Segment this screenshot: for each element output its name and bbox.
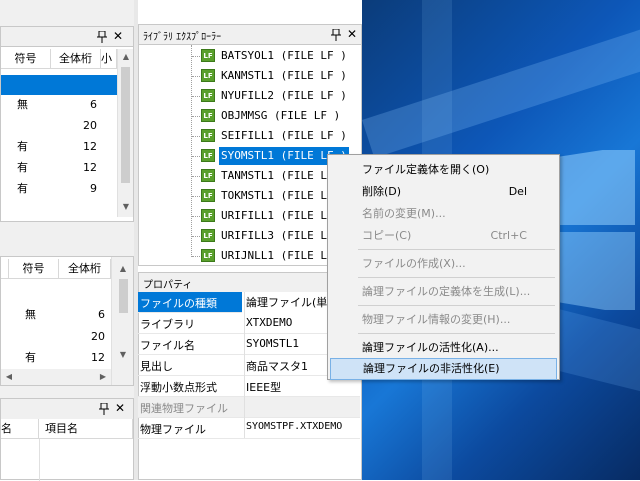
bottom-field-panel: 符号 全体桁 無 6 20 有 12 ▲ ▼ ◀ ▶ <box>0 256 134 386</box>
menu-item[interactable]: ファイル定義体を開く(O) <box>330 159 557 181</box>
context-menu: ファイル定義体を開く(O) 削除(D) Del 名前の変更(M)... コピー(C) Ct… <box>327 154 560 380</box>
pin-icon[interactable] <box>99 403 109 415</box>
menu-separator <box>358 305 555 306</box>
tree-item-label: SEIFILL1 (FILE LF ) <box>221 129 347 142</box>
properties-section-header[interactable]: 関連物理ファイル <box>138 397 360 418</box>
menu-separator <box>358 333 555 334</box>
menu-item[interactable]: 論理ファイルの定義体を生成(L)... <box>330 281 557 303</box>
cell-digits: 6 <box>90 98 97 111</box>
menu-item[interactable]: コピー(C) Ctrl+C <box>330 225 557 247</box>
menu-item-label: 論理ファイルの定義体を生成(L)... <box>362 285 531 298</box>
top-field-panel-header: ✕ <box>1 27 133 47</box>
cell-digits: 20 <box>83 119 97 132</box>
cell-digits: 12 <box>83 161 97 174</box>
col-header-sign[interactable]: 符号 <box>1 49 51 69</box>
menu-item[interactable]: 論理ファイルの活性化(A)... <box>330 337 557 359</box>
scroll-down-icon[interactable]: ▼ <box>118 199 134 215</box>
properties-title: プロパティ <box>143 280 193 291</box>
cell-sign: 無 <box>25 308 36 321</box>
col-header-item-name[interactable]: 項目名 <box>39 419 133 439</box>
col-header-name[interactable]: 名 <box>1 419 39 439</box>
tree-item-label: BATSYOL1 (FILE LF ) <box>221 49 347 62</box>
property-row[interactable]: 物理ファイル SYOMSTPF.XTXDEMO <box>138 418 360 439</box>
pin-icon[interactable] <box>331 29 341 41</box>
col-header-decimal[interactable]: 小 <box>101 49 117 69</box>
menu-item-shortcut: Del <box>508 185 527 198</box>
vertical-scrollbar[interactable]: ▲ ▼ <box>111 257 133 385</box>
menu-separator <box>358 277 555 278</box>
cell-sign: 有 <box>25 351 36 364</box>
menu-separator <box>358 249 555 250</box>
tree-item-label: KANMSTL1 (FILE LF ) <box>221 69 347 82</box>
logical-file-icon: LF <box>201 149 215 162</box>
close-icon[interactable]: ✕ <box>113 401 127 415</box>
menu-item-label: 物理ファイル情報の変更(H)... <box>362 313 511 326</box>
menu-item-label: 削除(D) <box>362 185 402 198</box>
logical-file-icon: LF <box>201 209 215 222</box>
col-header-digits[interactable]: 全体桁 <box>51 49 101 69</box>
menu-item-label: 論理ファイルの活性化(A)... <box>362 341 499 354</box>
menu-item-label: 名前の変更(M)... <box>362 207 446 220</box>
logical-file-icon: LF <box>201 89 215 102</box>
menu-item[interactable]: 名前の変更(M)... <box>330 203 557 225</box>
vertical-scrollbar[interactable]: ▲ ▼ <box>117 49 133 217</box>
cell-digits: 12 <box>83 140 97 153</box>
menu-item[interactable]: ファイルの作成(X)... <box>330 253 557 275</box>
logical-file-icon: LF <box>201 69 215 82</box>
cell-digits: 9 <box>90 182 97 195</box>
lower-left-panel-header: ✕ <box>1 399 133 419</box>
col-header-sign[interactable]: 符号 <box>9 259 59 279</box>
menu-item-label: ファイルの作成(X)... <box>362 257 466 270</box>
logical-file-icon: LF <box>201 109 215 122</box>
tree-item-label: OBJMMSG (FILE LF ) <box>221 109 341 122</box>
cell-sign: 有 <box>17 161 28 174</box>
close-icon[interactable]: ✕ <box>111 29 125 43</box>
col-header-digits[interactable]: 全体桁 <box>59 259 111 279</box>
cell-digits: 20 <box>91 330 105 343</box>
cell-digits: 12 <box>91 351 105 364</box>
library-explorer-header: ﾗｲﾌﾞﾗﾘ ｴｸｽﾌﾟﾛｰﾗｰ ✕ <box>139 25 361 45</box>
top-field-panel: ✕ 符号 全体桁 小 無 6 20 有 12 有 12 有 9 ▲ ▼ <box>0 26 134 222</box>
horizontal-scrollbar[interactable]: ◀ ▶ <box>1 369 111 385</box>
scroll-up-icon[interactable]: ▲ <box>115 261 131 277</box>
tree-item-label: NYUFILL2 (FILE LF ) <box>221 89 347 102</box>
menu-item[interactable]: 物理ファイル情報の変更(H)... <box>330 309 557 331</box>
logical-file-icon: LF <box>201 229 215 242</box>
menu-item-shortcut: Ctrl+C <box>490 229 527 242</box>
cell-sign: 有 <box>17 182 28 195</box>
library-explorer-title: ﾗｲﾌﾞﾗﾘ ｴｸｽﾌﾟﾛｰﾗｰ <box>143 32 222 43</box>
lower-left-panel: ✕ 名 項目名 <box>0 398 134 481</box>
logical-file-icon: LF <box>201 249 215 262</box>
scroll-up-icon[interactable]: ▲ <box>118 49 134 65</box>
cell-sign: 無 <box>17 98 28 111</box>
logical-file-icon: LF <box>201 169 215 182</box>
menu-item-label: コピー(C) <box>362 229 412 242</box>
cell-sign: 有 <box>17 140 28 153</box>
menu-item[interactable]: 削除(D) Del <box>330 181 557 203</box>
logical-file-icon: LF <box>201 189 215 202</box>
menu-item-label: ファイル定義体を開く(O) <box>362 163 490 176</box>
menu-item[interactable]: 論理ファイルの非活性化(E) <box>330 358 557 380</box>
scroll-down-icon[interactable]: ▼ <box>115 347 131 363</box>
logical-file-icon: LF <box>201 129 215 142</box>
scroll-thumb[interactable] <box>121 67 130 183</box>
cell-digits: 6 <box>98 308 105 321</box>
scroll-left-icon[interactable]: ◀ <box>1 369 17 385</box>
pin-icon[interactable] <box>97 31 107 43</box>
logical-file-icon: LF <box>201 49 215 62</box>
scroll-thumb[interactable] <box>119 279 128 313</box>
close-icon[interactable]: ✕ <box>345 27 359 41</box>
table-row-selected[interactable] <box>1 75 117 95</box>
menu-item-label: 論理ファイルの非活性化(E) <box>363 362 500 375</box>
scroll-right-icon[interactable]: ▶ <box>95 369 111 385</box>
